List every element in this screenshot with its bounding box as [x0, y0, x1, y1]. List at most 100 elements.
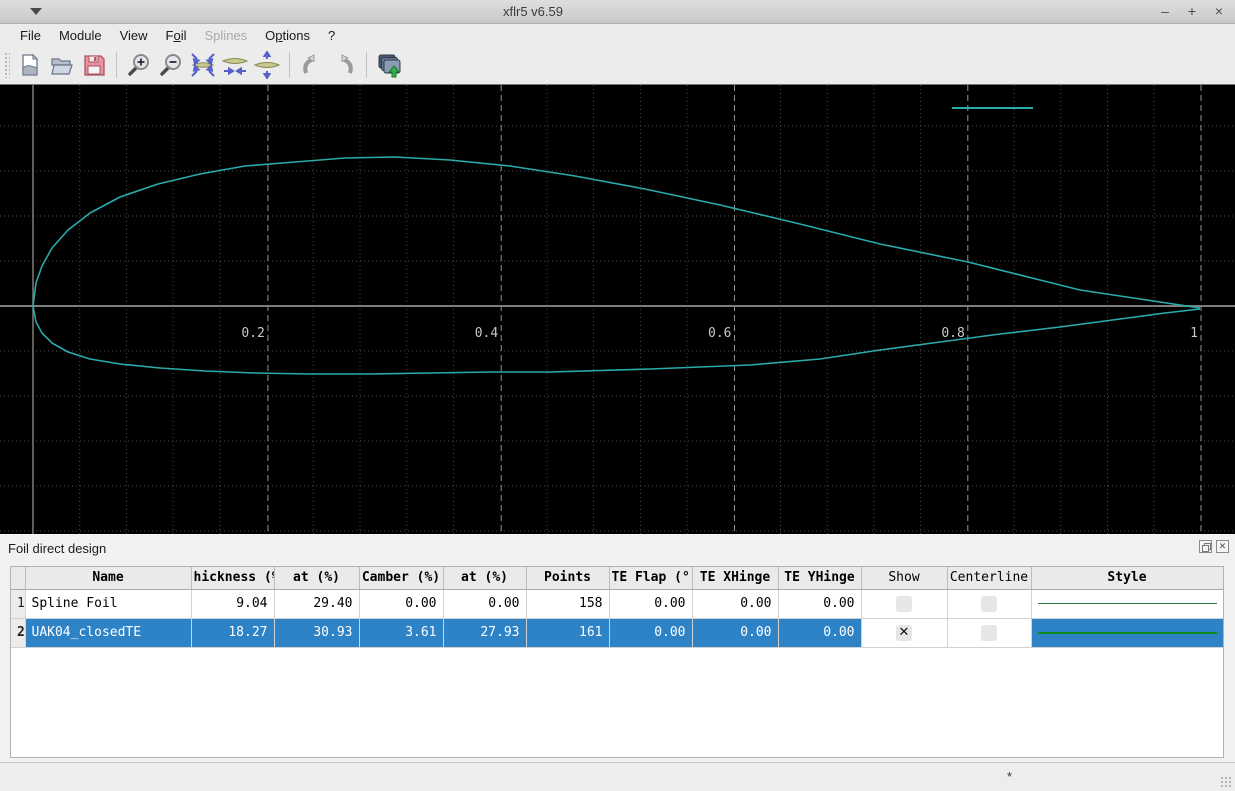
window-menu-icon[interactable]: [30, 8, 42, 15]
store-splines-to-foil-button[interactable]: [374, 50, 404, 80]
table-row-selected[interactable]: 2 UAK04_closedTE 18.27 30.93 3.61 27.93 …: [11, 618, 1223, 647]
col-header-te-flap[interactable]: TE Flap (°): [609, 567, 692, 589]
zoom-out-button[interactable]: [156, 50, 186, 80]
open-folder-icon: [50, 53, 74, 77]
col-header-camber-at[interactable]: at (%): [443, 567, 526, 589]
cell-thickness-at[interactable]: 30.93: [274, 618, 359, 647]
col-header-te-yhinge[interactable]: TE YHinge: [778, 567, 861, 589]
minimize-button[interactable]: –: [1157, 2, 1173, 20]
svg-text:0.4: 0.4: [475, 326, 499, 341]
menu-splines: Splines: [197, 26, 256, 45]
cell-style[interactable]: [1031, 589, 1223, 618]
show-checkbox[interactable]: ✕: [896, 625, 912, 641]
new-file-icon: [18, 53, 42, 77]
cell-name[interactable]: UAK04_closedTE: [25, 618, 191, 647]
close-button[interactable]: ×: [1211, 2, 1227, 20]
xflr5-window: { "window": { "title": "xflr5 v6.59", "m…: [0, 0, 1235, 791]
float-icon: [1202, 543, 1209, 550]
toolbar: [0, 46, 1235, 84]
zoom-in-button[interactable]: [124, 50, 154, 80]
undo-icon: [299, 52, 325, 78]
cell-show-checkbox[interactable]: [861, 589, 947, 618]
toolbar-separator: [116, 52, 117, 78]
cell-te-yhinge[interactable]: 0.00: [778, 589, 861, 618]
foil-table-viewport: Name hickness (% at (%) Camber (%) at (%…: [10, 566, 1224, 758]
foil-style-line: [1038, 603, 1217, 604]
cell-te-xhinge[interactable]: 0.00: [692, 618, 778, 647]
reset-scales-icon: [189, 51, 217, 79]
centerline-checkbox[interactable]: [981, 596, 997, 612]
cell-camber-at[interactable]: 0.00: [443, 589, 526, 618]
show-checkbox[interactable]: [896, 596, 912, 612]
menu-view[interactable]: View: [112, 26, 156, 45]
table-row[interactable]: 1 Spline Foil 9.04 29.40 0.00 0.00 158 0…: [11, 589, 1223, 618]
cell-camber-at[interactable]: 27.93: [443, 618, 526, 647]
menu-options[interactable]: Options: [257, 26, 318, 45]
dock-close-button[interactable]: ✕: [1216, 540, 1229, 553]
cell-camber[interactable]: 3.61: [359, 618, 443, 647]
maximize-button[interactable]: +: [1184, 2, 1200, 20]
cell-thickness[interactable]: 9.04: [191, 589, 274, 618]
cell-centerline-checkbox[interactable]: [947, 589, 1031, 618]
menu-foil[interactable]: Foil: [158, 26, 195, 45]
cell-points[interactable]: 158: [526, 589, 609, 618]
foil-table: Name hickness (% at (%) Camber (%) at (%…: [11, 567, 1224, 648]
zoom-in-icon: [126, 52, 152, 78]
toolbar-separator: [366, 52, 367, 78]
centerline-checkbox[interactable]: [981, 625, 997, 641]
menu-bar: File Module View Foil Splines Options ?: [0, 25, 1235, 46]
save-icon: [82, 53, 106, 77]
corner-header: [11, 567, 25, 589]
toolbar-drag-handle[interactable]: [4, 52, 10, 78]
undo-button[interactable]: [297, 50, 327, 80]
col-header-centerline[interactable]: Centerline: [947, 567, 1031, 589]
cell-te-flap[interactable]: 0.00: [609, 589, 692, 618]
airfoil-plot: 0.20.40.60.81: [0, 85, 1235, 535]
resize-grip[interactable]: [1220, 776, 1232, 788]
reset-x-scale-icon: [221, 51, 249, 79]
close-icon: ✕: [1219, 541, 1227, 552]
col-header-name[interactable]: Name: [25, 567, 191, 589]
reset-scales-button[interactable]: [188, 50, 218, 80]
col-header-te-xhinge[interactable]: TE XHinge: [692, 567, 778, 589]
svg-text:0.6: 0.6: [708, 326, 731, 341]
col-header-show[interactable]: Show: [861, 567, 947, 589]
row-header[interactable]: 1: [11, 589, 25, 618]
redo-icon: [331, 52, 357, 78]
col-header-camber[interactable]: Camber (%): [359, 567, 443, 589]
foil-direct-design-panel: Foil direct design ✕ Name hickness (% at…: [0, 534, 1235, 762]
cell-thickness-at[interactable]: 29.40: [274, 589, 359, 618]
menu-help[interactable]: ?: [320, 26, 343, 45]
cell-points[interactable]: 161: [526, 618, 609, 647]
table-header-row: Name hickness (% at (%) Camber (%) at (%…: [11, 567, 1223, 589]
cell-te-yhinge[interactable]: 0.00: [778, 618, 861, 647]
col-header-thickness-at[interactable]: at (%): [274, 567, 359, 589]
reset-y-scale-button[interactable]: [252, 50, 282, 80]
cell-camber[interactable]: 0.00: [359, 589, 443, 618]
col-header-thickness[interactable]: hickness (%: [191, 567, 274, 589]
window-title: xflr5 v6.59: [503, 4, 563, 19]
menu-module[interactable]: Module: [51, 26, 110, 45]
redo-button[interactable]: [329, 50, 359, 80]
cell-te-flap[interactable]: 0.00: [609, 618, 692, 647]
col-header-points[interactable]: Points: [526, 567, 609, 589]
col-header-style[interactable]: Style: [1031, 567, 1223, 589]
foil-design-canvas[interactable]: 0.20.40.60.81: [0, 84, 1235, 534]
row-header[interactable]: 2: [11, 618, 25, 647]
menu-file[interactable]: File: [12, 26, 49, 45]
open-file-button[interactable]: [47, 50, 77, 80]
cell-show-checkbox[interactable]: ✕: [861, 618, 947, 647]
foil-style-line: [1038, 632, 1217, 634]
cell-te-xhinge[interactable]: 0.00: [692, 589, 778, 618]
cell-thickness[interactable]: 18.27: [191, 618, 274, 647]
reset-x-scale-button[interactable]: [220, 50, 250, 80]
dock-float-button[interactable]: [1199, 540, 1212, 553]
toolbar-separator: [289, 52, 290, 78]
new-file-button[interactable]: [15, 50, 45, 80]
save-button[interactable]: [79, 50, 109, 80]
cell-style[interactable]: [1031, 618, 1223, 647]
zoom-out-icon: [158, 52, 184, 78]
cell-name[interactable]: Spline Foil: [25, 589, 191, 618]
status-message: *: [1007, 769, 1012, 784]
cell-centerline-checkbox[interactable]: [947, 618, 1031, 647]
